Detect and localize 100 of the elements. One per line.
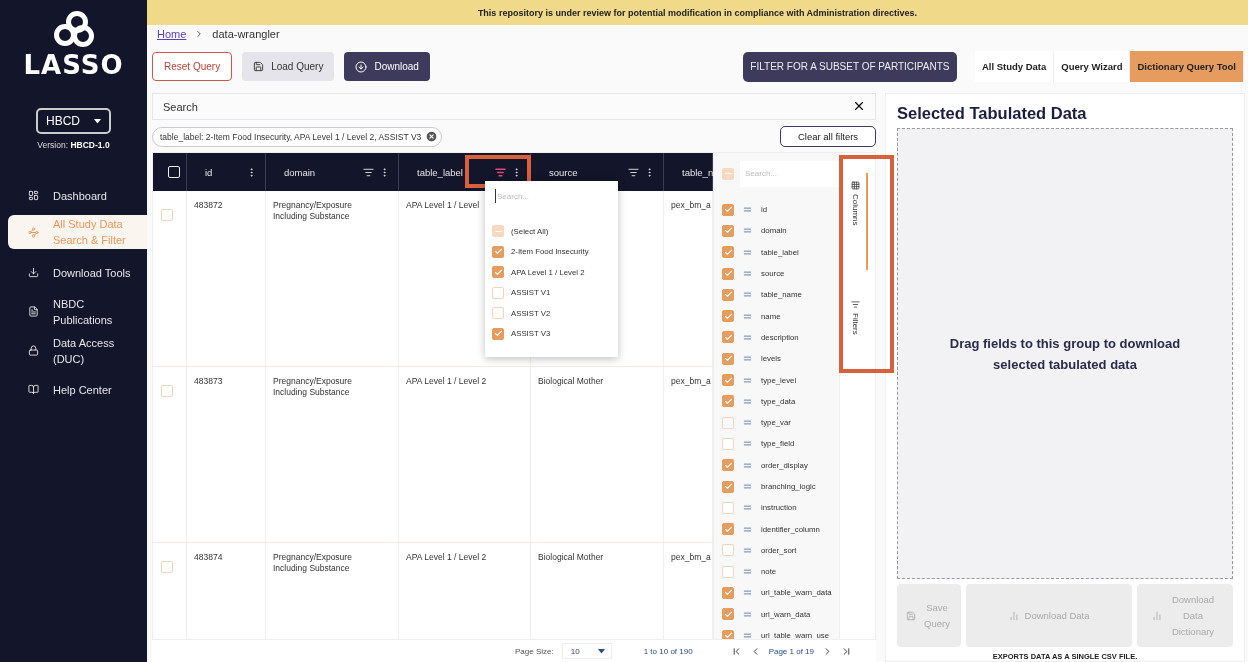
nav-item[interactable]: Data Access (DUC): [8, 331, 147, 370]
check-icon: [723, 290, 733, 300]
checkbox[interactable]: [722, 544, 734, 557]
filter-icon[interactable]: [628, 166, 639, 178]
check-icon: [723, 460, 733, 470]
grid-icon: [851, 181, 860, 190]
checkbox[interactable]: [722, 267, 734, 280]
page-size-select[interactable]: 10: [561, 643, 612, 659]
checkbox[interactable]: [722, 523, 734, 536]
column-header[interactable]: table_label: [417, 166, 463, 178]
dashboard-icon: [28, 190, 39, 201]
table-cell: Pregnancy/Exposure Including Substance: [273, 376, 352, 397]
table-cell: 483872: [194, 200, 223, 210]
check-icon: [723, 588, 733, 598]
breadcrumb-link[interactable]: Home: [157, 28, 187, 40]
book-icon: [28, 384, 39, 395]
last-page-button[interactable]: [841, 645, 852, 657]
toolbar-button[interactable]: Download: [344, 52, 430, 81]
checkbox[interactable]: [492, 286, 504, 299]
nav-item[interactable]: Help Center: [8, 370, 147, 409]
checkbox[interactable]: [492, 327, 504, 340]
version-text: Version: HBCD-1.0: [36, 140, 111, 150]
checkbox[interactable]: [722, 501, 734, 514]
checkbox[interactable]: [722, 224, 734, 237]
table-cell: pex_bm_a: [671, 376, 711, 386]
remove-icon[interactable]: [425, 130, 439, 143]
search-field[interactable]: Search...: [740, 160, 839, 187]
column-header[interactable]: domain: [284, 166, 316, 178]
row-checkbox[interactable]: [161, 209, 173, 221]
checkbox[interactable]: [722, 374, 734, 386]
checkbox[interactable]: [722, 587, 734, 599]
lock-icon: [28, 345, 39, 356]
view-tab[interactable]: Dictionary Query Tool: [1130, 51, 1244, 82]
check-icon: [723, 354, 733, 364]
breadcrumb-current: data-wrangler: [212, 28, 280, 40]
row-checkbox[interactable]: [161, 385, 173, 397]
check-icon: [723, 609, 733, 619]
network-icon: [28, 226, 39, 238]
close-icon[interactable]: [852, 99, 866, 113]
table-cell: Pregnancy/Exposure Including Substance: [273, 552, 352, 573]
check-icon: [493, 247, 503, 256]
checkbox[interactable]: [722, 395, 734, 408]
table-cell: 483873: [194, 376, 223, 386]
filter-chip: table_label: 2-Item Food Insecurity, APA Level 1 / Level 2, ASSIST V3: [152, 126, 443, 147]
table-cell: 483874: [194, 552, 223, 562]
table-cell: pex_bm_a: [671, 200, 711, 210]
checkbox[interactable]: [722, 608, 734, 621]
check-icon: [493, 267, 503, 277]
filter-icon[interactable]: [363, 166, 374, 178]
toolbar-button[interactable]: Load Query: [242, 52, 335, 81]
checkbox[interactable]: [722, 352, 734, 365]
side-tab[interactable]: Columns: [847, 173, 868, 270]
check-icon: [723, 524, 733, 534]
checkbox[interactable]: [722, 246, 734, 259]
checkbox[interactable]: [722, 203, 734, 216]
table-cell: Pregnancy/Exposure Including Substance: [273, 200, 352, 221]
bar-chart-icon: [1008, 610, 1019, 621]
check-icon: [723, 482, 733, 491]
save-icon: [906, 610, 916, 621]
clear-filters-button[interactable]: Clear all filters: [780, 126, 876, 147]
filter-subset-button[interactable]: FILTER FOR A SUBSET OF PARTICIPANTS: [742, 51, 957, 82]
check-icon: [723, 247, 733, 257]
view-tab[interactable]: All Study Data: [974, 51, 1055, 82]
page-indicator: Page 1 of 19: [768, 646, 814, 656]
nav-item[interactable]: NBDC Publications: [8, 292, 147, 331]
filter-icon: [851, 299, 860, 309]
checkbox[interactable]: [722, 459, 734, 472]
checkbox[interactable]: [492, 307, 504, 319]
header-checkbox[interactable]: [168, 166, 180, 178]
nav-item[interactable]: Dashboard: [8, 176, 147, 215]
checkbox[interactable]: [722, 565, 734, 578]
checkbox[interactable]: [492, 245, 504, 258]
checkbox[interactable]: [722, 480, 734, 493]
checkbox[interactable]: [722, 288, 734, 301]
checkbox[interactable]: [722, 416, 734, 429]
drag-handle-icon[interactable]: [742, 630, 753, 639]
check-icon: [493, 329, 503, 338]
side-tab[interactable]: Filters: [847, 291, 868, 339]
caret-icon: [94, 118, 101, 124]
check-icon: [723, 311, 733, 321]
document-icon: [28, 306, 39, 317]
drag-handle-icon[interactable]: [742, 481, 753, 492]
column-header[interactable]: source: [549, 166, 578, 178]
table-cell: APA Level 1 / Level 2: [406, 376, 487, 386]
checkbox[interactable]: [492, 266, 504, 278]
row-checkbox[interactable]: [161, 561, 173, 573]
download-icon: [355, 60, 368, 73]
column-header[interactable]: table_n: [682, 166, 713, 178]
nav-item[interactable]: Download Tools: [8, 253, 147, 292]
checkbox[interactable]: [722, 310, 734, 323]
caret-icon: [597, 648, 605, 654]
check-icon: [723, 226, 733, 236]
study-select[interactable]: HBCD: [36, 108, 111, 134]
panel-title: Selected Tabulated Data: [897, 104, 1088, 123]
drop-zone[interactable]: Drag fields to this group to download selected tabulated data: [897, 128, 1233, 580]
save-icon: [253, 61, 265, 72]
checkbox[interactable]: [722, 331, 734, 344]
checkbox[interactable]: [722, 437, 734, 450]
toolbar-button[interactable]: Reset Query: [152, 52, 233, 81]
column-header[interactable]: id: [205, 166, 213, 178]
